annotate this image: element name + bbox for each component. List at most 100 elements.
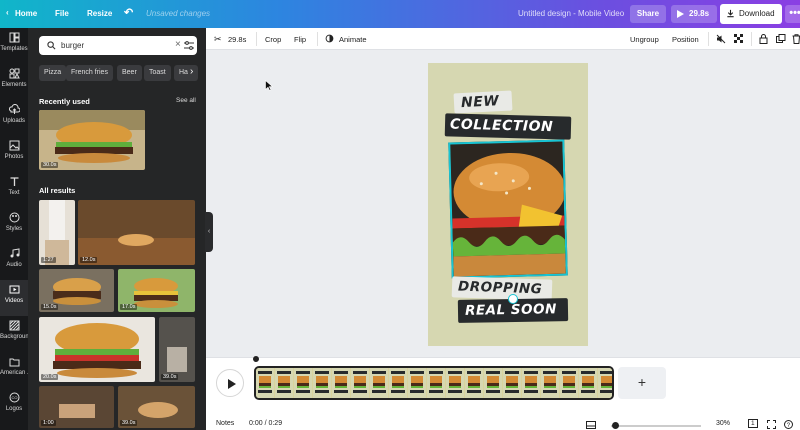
duration-badge: 1:00 bbox=[41, 420, 56, 426]
chip-pizza[interactable]: Pizza bbox=[39, 65, 67, 81]
add-page-button[interactable]: + bbox=[618, 367, 666, 399]
timeline-play-button[interactable] bbox=[216, 369, 244, 397]
chip-ha[interactable]: Ha bbox=[174, 65, 198, 81]
see-all-link[interactable]: See all bbox=[176, 97, 196, 104]
filter-icon[interactable] bbox=[184, 41, 194, 50]
burger-video[interactable] bbox=[448, 139, 568, 279]
search-box[interactable]: burger × bbox=[39, 36, 197, 55]
search-input[interactable]: burger bbox=[61, 41, 84, 50]
divider bbox=[751, 32, 752, 46]
ungroup-button[interactable]: Ungroup bbox=[630, 35, 659, 44]
rail-item-label: Styles bbox=[5, 226, 23, 232]
rail-item-logos[interactable]: CO Logos bbox=[0, 388, 28, 424]
rail-item-audio[interactable]: Audio bbox=[0, 244, 28, 280]
chevron-right-icon[interactable]: › bbox=[190, 66, 193, 77]
rotate-handle[interactable] bbox=[508, 294, 518, 304]
download-button[interactable]: Download bbox=[720, 4, 782, 24]
photos-icon bbox=[9, 140, 19, 151]
present-button[interactable]: 29.8s bbox=[671, 5, 717, 23]
chip-french-fries[interactable]: French fries bbox=[66, 65, 113, 81]
more-button[interactable]: ••• bbox=[785, 5, 800, 23]
collapse-panel-handle[interactable]: ‹ bbox=[205, 212, 213, 252]
rail-item-uploads[interactable]: Uploads bbox=[0, 100, 28, 136]
zoom-slider[interactable] bbox=[611, 425, 701, 427]
result-video-thumb[interactable]: 17.0s bbox=[118, 269, 195, 312]
scissors-icon[interactable]: ✂ bbox=[214, 34, 222, 45]
clip-frame bbox=[313, 368, 332, 398]
video-image bbox=[159, 317, 195, 382]
burger-thumbnail bbox=[427, 368, 445, 398]
transparency-icon[interactable] bbox=[734, 34, 744, 44]
flip-button[interactable]: Flip bbox=[294, 35, 306, 44]
result-video-thumb[interactable]: 1:00 bbox=[39, 386, 114, 428]
play-icon bbox=[677, 10, 684, 18]
result-video-thumb[interactable]: 39.0s bbox=[159, 317, 195, 382]
trim-duration[interactable]: 29.8s bbox=[228, 35, 246, 44]
chip-beer[interactable]: Beer bbox=[117, 65, 142, 81]
videos-icon bbox=[9, 285, 19, 294]
position-button[interactable]: Position bbox=[672, 35, 699, 44]
svg-text:CO: CO bbox=[11, 395, 17, 400]
status-bar: Notes 0:00 / 0:29 30% 1 ? bbox=[206, 417, 800, 430]
side-rail: Templates Elements Uploads Photos Text Styles… bbox=[0, 28, 32, 430]
notes-button[interactable]: Notes bbox=[216, 420, 234, 427]
divider bbox=[317, 32, 318, 46]
grid-view-icon[interactable] bbox=[586, 421, 596, 429]
design-canvas[interactable]: NEW COLLECTION DROPPING REAL SOON bbox=[428, 63, 588, 346]
animate-button[interactable]: Animate bbox=[339, 35, 367, 44]
result-video-thumb[interactable]: 20.0s bbox=[39, 317, 155, 382]
result-video-thumb[interactable]: 1:27 bbox=[39, 200, 75, 265]
collection-tag[interactable]: COLLECTION bbox=[444, 113, 572, 140]
dropping-tag[interactable]: DROPPING bbox=[451, 276, 553, 301]
duration-badge: 39.0s bbox=[161, 374, 179, 380]
chevron-left-icon[interactable]: ‹ bbox=[6, 8, 9, 17]
duplicate-icon[interactable] bbox=[776, 34, 786, 44]
present-duration: 29.8s bbox=[689, 9, 710, 18]
clip-frame bbox=[389, 368, 408, 398]
resize-button[interactable]: Resize bbox=[87, 9, 112, 18]
rail-item-folder[interactable]: American ... bbox=[0, 352, 32, 388]
duration-badge: 15.0s bbox=[41, 304, 59, 310]
document-title[interactable]: Untitled design - Mobile Video bbox=[518, 9, 624, 18]
rail-item-templates[interactable]: Templates bbox=[0, 28, 28, 64]
fullscreen-icon[interactable] bbox=[767, 420, 776, 429]
home-button[interactable]: Home bbox=[15, 9, 37, 18]
delete-icon[interactable] bbox=[792, 34, 800, 44]
lock-icon[interactable] bbox=[759, 34, 768, 44]
zoom-level[interactable]: 30% bbox=[716, 420, 730, 427]
result-video-thumb[interactable]: 15.0s bbox=[39, 269, 114, 312]
templates-icon bbox=[9, 32, 19, 43]
rail-item-elements[interactable]: Elements bbox=[0, 64, 28, 100]
result-video-thumb[interactable]: 39.0s bbox=[118, 386, 195, 428]
page-count[interactable]: 1 bbox=[748, 419, 758, 428]
share-button[interactable]: Share bbox=[630, 5, 666, 23]
mute-icon[interactable] bbox=[716, 34, 726, 44]
clip-frame bbox=[332, 368, 351, 398]
clear-search-icon[interactable]: × bbox=[175, 39, 181, 50]
animate-icon[interactable] bbox=[325, 34, 334, 43]
burger-thumbnail bbox=[560, 368, 578, 398]
rail-item-videos[interactable]: Videos bbox=[0, 280, 28, 316]
text-icon bbox=[10, 177, 18, 186]
undo-icon[interactable]: ↶ bbox=[124, 6, 133, 19]
new-text: NEW bbox=[460, 93, 500, 112]
result-video-thumb[interactable]: 12.0s bbox=[78, 200, 195, 265]
rail-item-photos[interactable]: Photos bbox=[0, 136, 28, 172]
video-clip-track[interactable] bbox=[254, 366, 614, 400]
help-icon[interactable]: ? bbox=[784, 420, 793, 429]
file-menu[interactable]: File bbox=[55, 9, 69, 18]
video-image bbox=[78, 200, 195, 265]
rail-item-text[interactable]: Text bbox=[0, 172, 28, 208]
uploads-icon bbox=[8, 104, 20, 114]
folder-icon bbox=[9, 358, 19, 367]
rail-item-label: Videos bbox=[4, 298, 24, 304]
playhead[interactable] bbox=[253, 356, 259, 362]
chip-toast[interactable]: Toast bbox=[144, 65, 171, 81]
new-tag[interactable]: NEW bbox=[453, 90, 513, 114]
crop-button[interactable]: Crop bbox=[265, 35, 281, 44]
recent-video-thumb[interactable]: 30.0s bbox=[39, 110, 145, 170]
rail-item-background[interactable]: Background bbox=[0, 316, 32, 352]
rail-item-styles[interactable]: Styles bbox=[0, 208, 28, 244]
zoom-slider-thumb[interactable] bbox=[612, 422, 619, 429]
burger-image bbox=[450, 141, 568, 279]
